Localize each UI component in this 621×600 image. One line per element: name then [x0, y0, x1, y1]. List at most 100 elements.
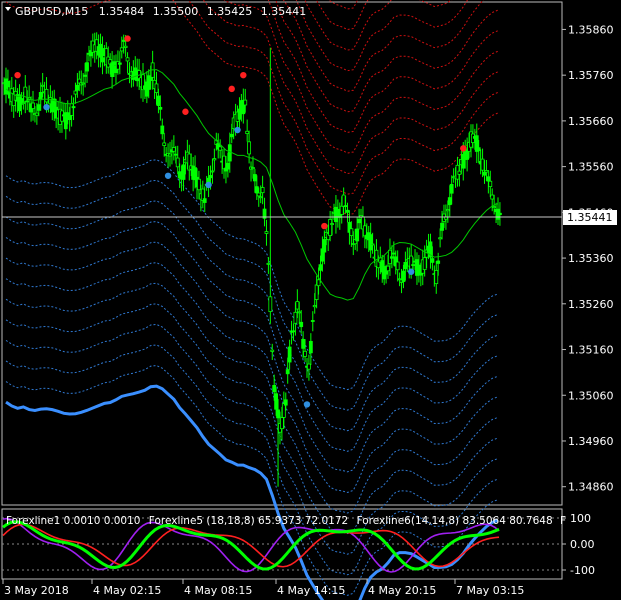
candle-body-bear [156, 95, 161, 106]
candle-body-bear [229, 133, 234, 138]
buy-signal-dot [407, 268, 415, 275]
candle-body-bear [173, 153, 178, 156]
forexline-truncated-label: F [560, 515, 566, 527]
candle-body-bear [121, 39, 126, 42]
candle-body-bull [73, 90, 78, 95]
sell-signal-dot [460, 145, 467, 152]
candle-body-bear [449, 183, 454, 194]
candle-body-bull [266, 262, 271, 265]
upper-envelope-bands [5, 0, 499, 216]
candle-body-bull [281, 403, 286, 418]
candle-body-bull [330, 223, 334, 225]
candle-body-bear [237, 108, 242, 120]
buy-signal-dot [164, 172, 172, 179]
candle-body-bull [386, 265, 390, 272]
forexline5-label: Forexline5 (18,18,8) 65.9373 72.0172 [149, 515, 348, 527]
candle-body-bull [303, 350, 307, 357]
candle-body-bear [83, 74, 88, 77]
signal-dots [14, 35, 467, 408]
candle-body-bear [25, 100, 30, 103]
candle-body-bear [436, 260, 441, 264]
candle-body-bear [345, 209, 350, 213]
candle-body-bull [328, 219, 333, 236]
candle-body-bull [31, 102, 35, 109]
sell-signal-dot [240, 71, 247, 79]
indicator-header: Forexline1 0.0010 0.0010 Forexline5 (18,… [6, 515, 566, 527]
candle-body-bear [225, 162, 230, 170]
candle-body-bear [117, 62, 122, 65]
chart-window[interactable]: GBPUSD,M15 1.35484 1.35500 1.35425 1.354… [0, 0, 621, 600]
candle-body-bull [175, 157, 180, 168]
buy-signal-dot [303, 401, 311, 408]
candle-body-bull [119, 47, 124, 52]
low-value: 1.35425 [207, 5, 253, 18]
sell-signal-dot [182, 108, 189, 115]
current-price-label: 1.35441 [567, 211, 613, 224]
candle-body-bear [486, 176, 491, 182]
candle-body-bear [38, 92, 43, 101]
sell-signal-dot [228, 85, 235, 93]
candle-body-bear [430, 258, 435, 263]
candle-body-bear [440, 222, 444, 231]
open-value: 1.35484 [99, 5, 145, 18]
time-axis: 3 May 2018 4 May 02:15 4 May 08:15 4 May 14… [2, 579, 524, 597]
candle-body-bull [297, 311, 302, 314]
candle-body-bear [287, 346, 292, 363]
candle-body-bear [357, 218, 361, 224]
price-tick-label: 1.34960 [568, 435, 614, 448]
price-tick-label: 1.35160 [568, 344, 614, 357]
candle-body-bear [308, 340, 313, 354]
candle-body-bear [403, 262, 408, 270]
candle-body-bear [355, 228, 360, 242]
candle-body-bull [245, 130, 250, 134]
candle-body-bull [480, 158, 485, 171]
candle-body-bear [301, 338, 306, 349]
candle-body-bull [492, 206, 497, 209]
candle-body-bull [280, 417, 284, 430]
candle-body-bull [23, 86, 28, 102]
candle-body-bull [69, 103, 74, 116]
lower-envelope-bands [5, 159, 499, 600]
candle-body-bull [307, 363, 311, 370]
price-tick-label: 1.35660 [568, 115, 614, 128]
candle-body-bull [349, 228, 354, 236]
candle-body-bull [445, 209, 450, 212]
candle-body-bull [314, 284, 319, 300]
price-tick-label: 1.34860 [568, 481, 614, 494]
candle-body-bear [276, 409, 280, 419]
candle-body-bear [181, 164, 186, 180]
chart-canvas[interactable]: GBPUSD,M15 1.35484 1.35500 1.35425 1.354… [0, 0, 621, 600]
candle-body-bull [488, 180, 493, 188]
svg-text:GBPUSD,M15 1.35484: GBPUSD,M15 1.35484 1.35500 1.35425 1.354… [15, 5, 306, 18]
candle-body-bear [416, 264, 421, 271]
indicator-axis: 100 0.00 -100 [562, 512, 595, 577]
candle-body-bear [299, 321, 304, 328]
candle-body-bear [285, 369, 290, 375]
candle-body-bull [434, 269, 439, 285]
candle-body-bear [498, 212, 502, 216]
candle-body-bull [258, 196, 263, 199]
candle-body-bear [112, 61, 116, 66]
price-tick-label: 1.35760 [568, 69, 614, 82]
candle-body-bear [160, 125, 165, 135]
price-tick-label: 1.35260 [568, 298, 614, 311]
candle-body-bear [85, 62, 89, 72]
price-tick-label: 1.35860 [568, 23, 614, 36]
candle-body-bear [100, 48, 105, 63]
candle-body-bull [40, 84, 45, 87]
candle-body-bear [6, 80, 10, 88]
candle-body-bear [401, 270, 406, 282]
candle-body-bull [21, 102, 26, 104]
indicator-tick-label: 0.00 [570, 538, 595, 551]
candle-body-bear [272, 384, 277, 393]
candle-body-bear [36, 104, 41, 111]
candle-body-bear [368, 234, 373, 251]
candle-body-bull [168, 153, 172, 157]
buy-signal-dot [234, 126, 241, 134]
candle-body-bear [274, 393, 279, 410]
candle-body-bull [44, 88, 49, 103]
candle-body-bull [339, 205, 344, 215]
close-value: 1.35441 [261, 5, 307, 18]
price-axis: 1.358601.357601.356601.355601.354601.353… [562, 23, 614, 494]
candle-body-bear [391, 252, 396, 255]
